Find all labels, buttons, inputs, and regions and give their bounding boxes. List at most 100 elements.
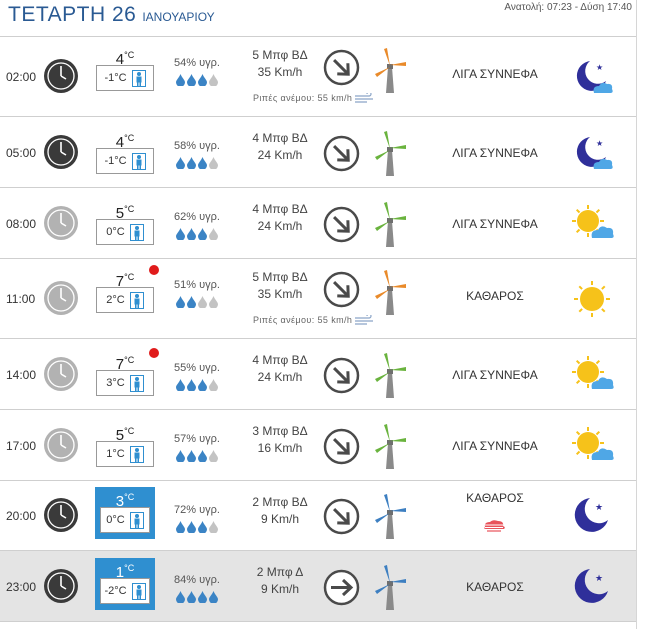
hourly-row: 14:00 7°C 3°C 55% υγρ. 4 Μπφ ΒΔ 24 Km/h Λ…	[0, 339, 636, 410]
gust-icon	[355, 315, 374, 325]
temperature-box: 5°C 1°C	[95, 421, 155, 467]
svg-text:★: ★	[596, 139, 603, 148]
feels-like: -1°C	[96, 148, 154, 174]
weather-description: ΚΑΘΑΡΟΣ	[466, 289, 524, 303]
feels-like: 3°C	[96, 370, 154, 396]
night-clock-icon	[44, 498, 78, 532]
feels-like-icon	[131, 152, 146, 170]
drop-full-icon	[198, 379, 207, 391]
haze-icon	[481, 519, 507, 533]
drop-full-icon	[176, 228, 185, 240]
weather-description: ΛΙΓΑ ΣΥΝΝΕΦΑ	[452, 368, 538, 382]
day-clock-icon	[44, 357, 78, 391]
feels-like-icon	[129, 445, 144, 463]
night-clock-icon	[44, 569, 78, 603]
drop-full-icon	[187, 591, 196, 603]
humidity: 51% υγρ.	[166, 279, 228, 308]
wind-info: 5 Μπφ ΒΔ 35 Km/h	[252, 48, 308, 79]
wind-info: 2 Μπφ ΒΔ 9 Km/h	[252, 495, 308, 526]
feels-like-icon	[129, 223, 144, 241]
humidity: 72% υγρ.	[166, 504, 228, 533]
temperature-box: 3°C 0°C	[95, 487, 155, 539]
drop-empty-icon	[209, 157, 218, 169]
forecast-panel: ΤΕΤΑΡΤΗ 26 ΙΑΝΟΥΑΡΙΟΥ Ανατολή: 07:23 - Δύ…	[0, 0, 637, 629]
arrow-southeast-icon	[323, 357, 360, 394]
temperature: 4°C	[115, 133, 135, 151]
sunrise-sunset: Ανατολή: 07:23 - Δύση 17:40	[504, 2, 632, 13]
temperature-box: 7°C 2°C	[95, 265, 159, 313]
temperature: 3°C	[115, 492, 135, 510]
drop-full-icon	[198, 157, 207, 169]
drop-full-icon	[187, 379, 196, 391]
drop-full-icon	[176, 450, 185, 462]
arrow-southeast-icon	[323, 498, 360, 535]
arrow-southeast-icon	[323, 135, 360, 172]
temperature-box: 1°C -2°C	[95, 558, 155, 610]
feels-like-icon	[131, 69, 146, 87]
hourly-row: 08:00 5°C 0°C 62% υγρ. 4 Μπφ ΒΔ 24 Km/h Λ…	[0, 188, 636, 259]
drop-empty-icon	[209, 296, 218, 308]
drop-full-icon	[198, 450, 207, 462]
temperature: 4°C	[115, 50, 135, 68]
drop-full-icon	[198, 521, 207, 533]
drop-full-icon	[187, 74, 196, 86]
row-time: 05:00	[6, 146, 37, 160]
feels-like: -1°C	[96, 65, 154, 91]
drop-empty-icon	[209, 228, 218, 240]
svg-text:★: ★	[595, 573, 603, 583]
feels-like: -2°C	[100, 578, 150, 604]
month-label: ΙΑΝΟΥΑΡΙΟΥ	[142, 10, 215, 24]
hourly-row: 20:00 3°C 0°C 72% υγρ. 2 Μπφ ΒΔ 9 Km/h ΚΑ…	[0, 481, 636, 551]
drop-full-icon	[176, 157, 185, 169]
gust-icon	[355, 93, 374, 103]
humidity: 84% υγρ.	[166, 574, 228, 603]
drop-empty-icon	[209, 74, 218, 86]
alert-dot	[149, 265, 159, 275]
feels-like: 0°C	[100, 507, 150, 533]
row-time: 23:00	[6, 580, 37, 594]
temperature-box: 7°C 3°C	[95, 348, 159, 396]
hourly-row: 17:00 5°C 1°C 57% υγρ. 3 Μπφ ΒΔ 16 Km/h Λ…	[0, 410, 636, 481]
day-clock-icon	[44, 206, 78, 240]
temperature: 5°C	[115, 204, 135, 222]
drop-full-icon	[176, 296, 185, 308]
moon-cloud-icon: ★	[568, 55, 616, 99]
moon-icon: ★	[568, 565, 616, 609]
arrow-east-icon	[323, 569, 360, 606]
hourly-row: 11:00 7°C 2°C 51% υγρ. 5 Μπφ ΒΔ 35 Km/h Ρ…	[0, 259, 636, 339]
moon-icon: ★	[568, 494, 616, 538]
sun-cloud-icon	[568, 424, 616, 468]
sun-cloud-icon	[568, 353, 616, 397]
feels-like-icon	[131, 582, 146, 600]
temperature: 7°C	[95, 265, 159, 290]
row-time: 11:00	[6, 292, 36, 306]
arrow-southeast-icon	[323, 428, 360, 465]
arrow-southeast-icon	[323, 271, 360, 308]
day-title: ΤΕΤΑΡΤΗ 26 ΙΑΝΟΥΑΡΙΟΥ	[8, 3, 215, 26]
drop-full-icon	[187, 228, 196, 240]
hourly-row: 02:00 4°C -1°C 54% υγρ. 5 Μπφ ΒΔ 35 Km/h …	[0, 37, 636, 117]
drop-full-icon	[187, 296, 196, 308]
blue-turbine-icon	[373, 493, 407, 539]
humidity-drops	[166, 379, 228, 391]
temperature: 7°C	[95, 348, 159, 373]
alert-dot	[149, 348, 159, 358]
wind-info: 5 Μπφ ΒΔ 35 Km/h	[252, 270, 308, 301]
wind-info: 4 Μπφ ΒΔ 24 Km/h	[252, 202, 308, 233]
drop-full-icon	[176, 591, 185, 603]
drop-full-icon	[176, 74, 185, 86]
humidity: 62% υγρ.	[166, 211, 228, 240]
sun-cloud-icon	[568, 202, 616, 246]
humidity-drops	[166, 296, 228, 308]
drop-full-icon	[176, 521, 185, 533]
humidity: 57% υγρ.	[166, 433, 228, 462]
drop-empty-icon	[209, 521, 218, 533]
temperature-box: 4°C -1°C	[95, 128, 155, 174]
weather-description: ΚΑΘΑΡΟΣ	[466, 491, 524, 505]
day-header: ΤΕΤΑΡΤΗ 26 ΙΑΝΟΥΑΡΙΟΥ Ανατολή: 07:23 - Δύ…	[0, 0, 636, 37]
temperature: 1°C	[115, 563, 135, 581]
row-time: 02:00	[6, 70, 37, 84]
humidity-drops	[166, 591, 228, 603]
wind-info: 3 Μπφ ΒΔ 16 Km/h	[252, 424, 308, 455]
row-time: 20:00	[6, 509, 37, 523]
